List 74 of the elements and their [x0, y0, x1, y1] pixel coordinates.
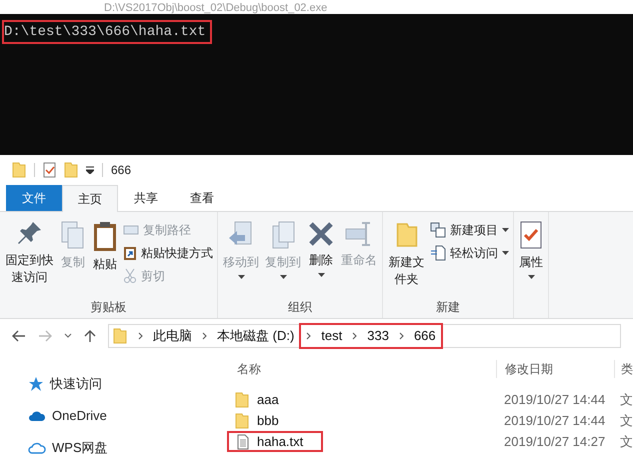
table-cell-text: 2019/10/27 14:44 — [503, 412, 606, 430]
caret-icon — [502, 250, 509, 254]
nav-item[interactable]: OneDrive — [28, 405, 221, 427]
console-line: D:\test\333\666\haha.txt — [4, 22, 210, 42]
folder-icon — [235, 392, 249, 408]
table-cell-text: 2019/10/27 14:27 — [503, 432, 606, 451]
ribbon-button[interactable]: 轻松访问 — [430, 242, 509, 263]
ribbon-button[interactable]: 删除 — [304, 216, 338, 277]
address-bar[interactable]: 此电脑 本地磁盘 (D:) test 333 666 — [108, 324, 621, 348]
breadcrumb[interactable]: 本地磁盘 (D:) — [197, 323, 300, 349]
breadcrumb[interactable]: 333 — [347, 323, 394, 349]
ribbon-tab[interactable]: 主页 — [62, 185, 118, 212]
copy-icon — [60, 220, 86, 250]
breadcrumb[interactable]: 此电脑 — [133, 323, 197, 349]
file-name[interactable]: aaa — [227, 389, 297, 410]
properties-icon — [519, 220, 543, 250]
window-title: 666 — [111, 162, 132, 179]
cloud-icon — [28, 442, 46, 454]
file-tab[interactable]: 文件 — [6, 185, 62, 211]
table-cell-text: 文 — [619, 412, 633, 430]
chevron-icon — [202, 332, 207, 340]
dropdown-icon — [86, 166, 94, 174]
table-cell-text: 文 — [619, 432, 633, 451]
breadcrumb[interactable]: 666 — [394, 323, 443, 349]
scissors-icon — [123, 268, 137, 284]
easy-access-icon — [430, 244, 446, 260]
ribbon-button[interactable]: 粘贴 — [89, 216, 121, 273]
column-header[interactable]: 名称 — [221, 360, 496, 378]
group-label: 剪贴板 — [90, 299, 128, 316]
shortcut-icon — [123, 244, 137, 260]
caret-icon — [280, 275, 286, 279]
breadcrumb[interactable]: test — [299, 323, 348, 349]
chevron-icon — [352, 332, 358, 340]
star-icon — [28, 376, 44, 392]
nav-item[interactable]: WPS网盘 — [28, 437, 221, 459]
ribbon-button[interactable]: 属性 — [516, 216, 546, 279]
folder-icon — [235, 412, 249, 428]
window-title: D:\VS2017Obj\boost_02\Debug\boost_02.exe — [104, 2, 328, 14]
ribbon-button[interactable]: 粘贴快捷方式 — [123, 242, 213, 263]
column-header[interactable]: 类 — [614, 360, 633, 378]
table-cell-text: 2019/10/27 14:44 — [503, 390, 606, 409]
chevron-icon — [306, 332, 312, 340]
ribbon-button[interactable]: 固定到快速访问 — [2, 216, 57, 286]
folder-icon — [396, 220, 418, 250]
caret-icon — [502, 228, 509, 232]
file-name[interactable]: haha.txt — [227, 431, 324, 452]
column-header[interactable]: 修改日期 — [496, 360, 614, 378]
ribbon-button[interactable]: 新建项目 — [430, 219, 509, 240]
ribbon-tab[interactable]: 查看 — [174, 185, 230, 211]
text-file-icon — [237, 434, 249, 450]
caret-icon — [528, 275, 534, 279]
clipboard-icon — [92, 220, 118, 252]
folder-icon — [64, 162, 78, 178]
path-icon — [123, 224, 139, 234]
caret-icon — [318, 273, 324, 277]
ribbon-tab[interactable]: 共享 — [118, 185, 174, 211]
group-label: 新建 — [435, 299, 461, 316]
back-icon[interactable] — [12, 330, 26, 342]
ribbon-button[interactable]: 新建文件夹 — [385, 216, 428, 288]
chevron-icon — [398, 332, 404, 340]
file-name[interactable]: bbb — [227, 410, 297, 431]
delete-icon — [307, 220, 335, 248]
caret-icon — [238, 275, 244, 279]
chevron-icon — [138, 332, 143, 340]
new-item-icon — [430, 222, 446, 238]
cloud-icon — [28, 410, 46, 422]
table-cell-text: 文 — [619, 390, 633, 409]
properties-icon — [43, 162, 56, 178]
folder-icon — [12, 162, 26, 178]
group-label: 组织 — [287, 299, 313, 316]
nav-item[interactable]: 快速访问 — [28, 373, 221, 395]
chevron-icon[interactable] — [64, 333, 72, 339]
up-icon[interactable] — [84, 329, 96, 343]
folder-icon — [113, 328, 127, 344]
